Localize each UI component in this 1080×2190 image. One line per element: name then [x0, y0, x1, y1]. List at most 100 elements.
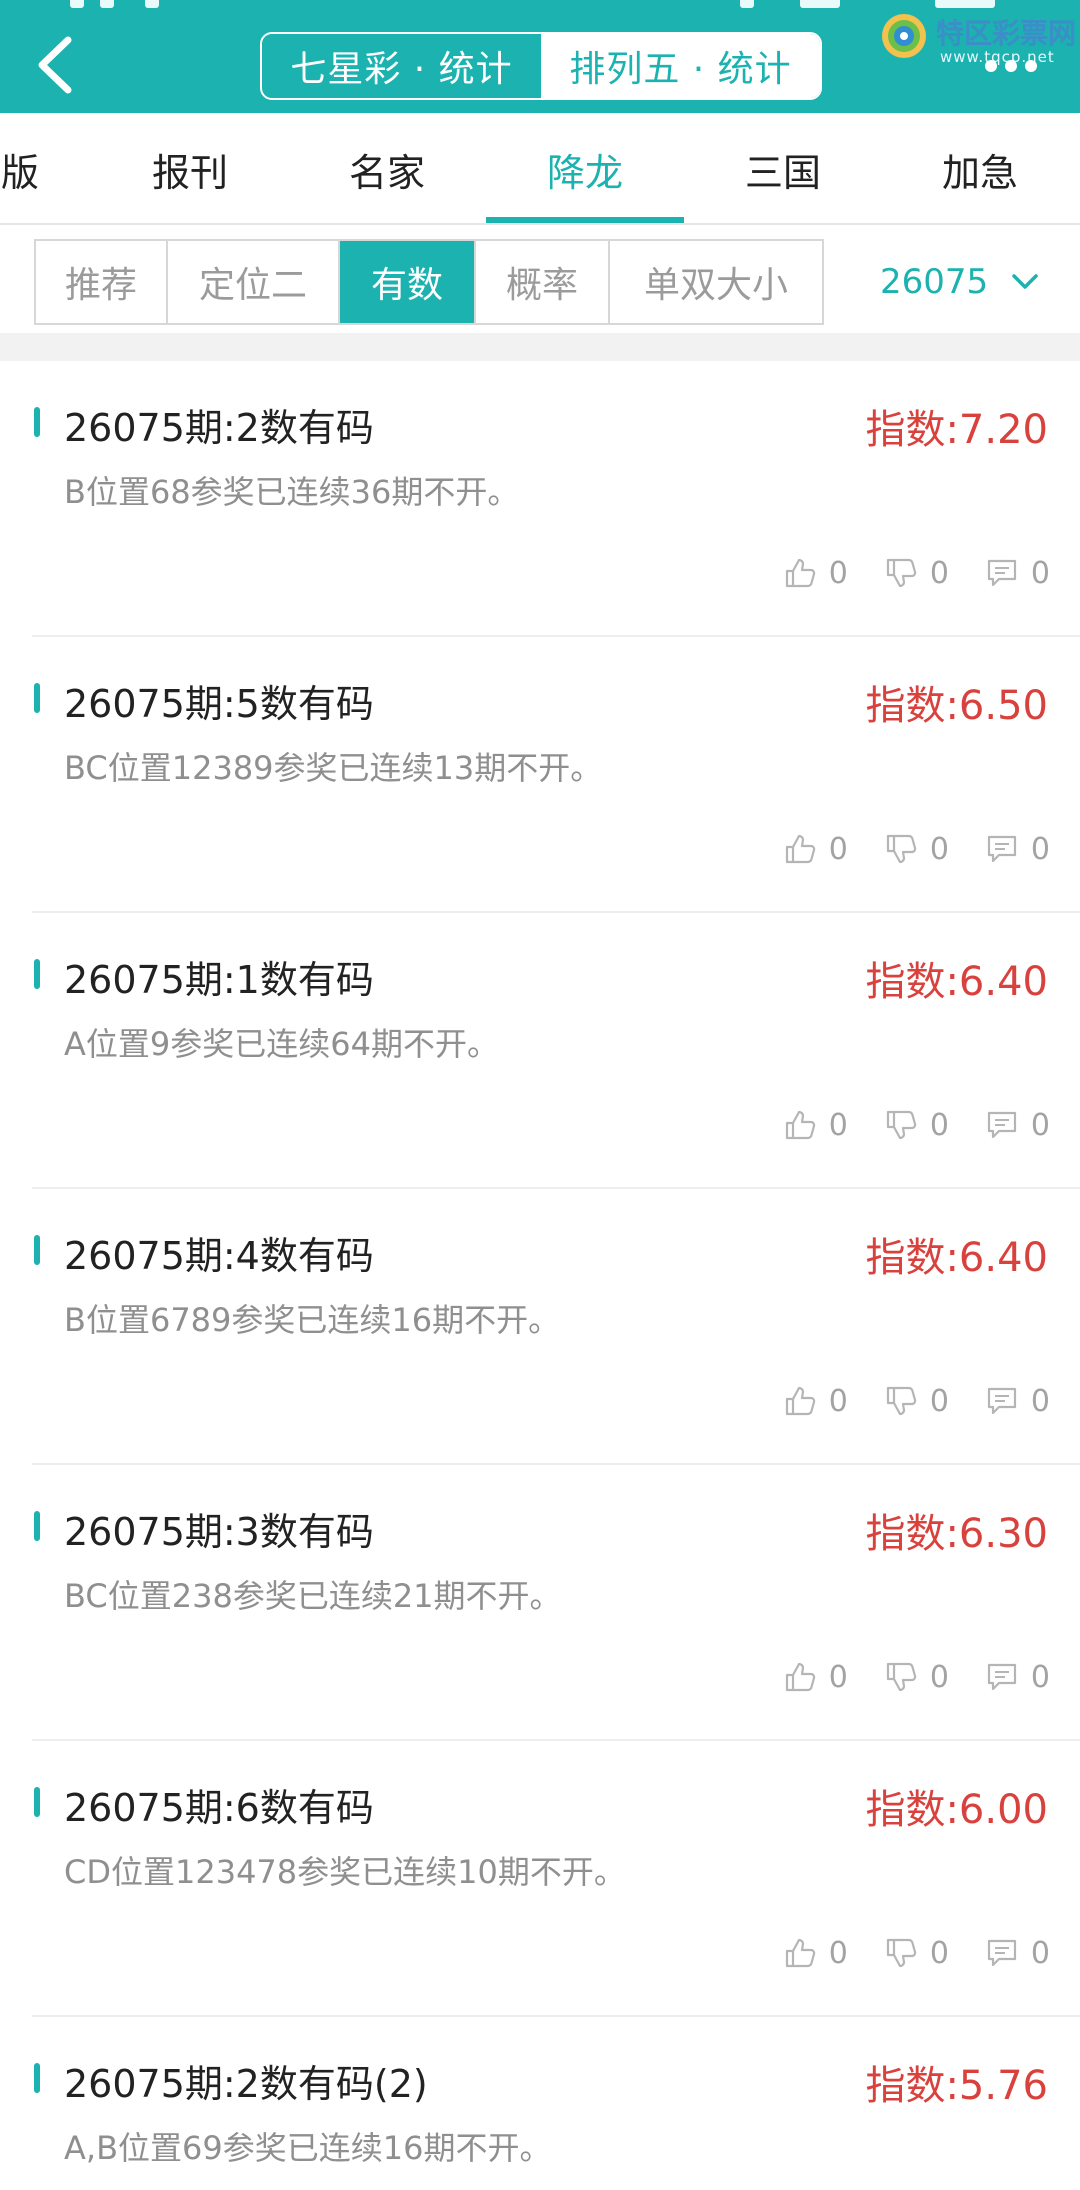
- tab-baokan[interactable]: 报刊: [90, 113, 290, 225]
- comment-button[interactable]: 0: [985, 1660, 1050, 1695]
- list-item[interactable]: 26075期:2数有码(2) 指数:5.76 A,B位置69参奖已连续16期不开…: [0, 2017, 1080, 2190]
- filter-danshuangdaxiao[interactable]: 单双大小: [610, 241, 822, 323]
- thumbs-up-icon: [785, 1662, 815, 1692]
- comment-icon: [987, 559, 1017, 587]
- accent-bar: [34, 2063, 40, 2093]
- list-item[interactable]: 26075期:3数有码 指数:6.30 BC位置238参奖已连续21期不开。 0…: [0, 1465, 1080, 1741]
- dislike-count: 0: [929, 1383, 949, 1419]
- dislike-button[interactable]: 0: [884, 556, 949, 591]
- issue-dropdown[interactable]: 26075: [880, 239, 1040, 325]
- more-dots-icon: [1025, 60, 1037, 72]
- filter-dingweier[interactable]: 定位二: [168, 241, 340, 323]
- filter-gailv[interactable]: 概率: [476, 241, 610, 323]
- comment-icon: [987, 835, 1017, 863]
- tab-jiaji[interactable]: 加急: [880, 113, 1080, 225]
- filter-youshu[interactable]: 有数: [340, 241, 476, 323]
- item-index: 指数:6.40: [865, 1235, 1048, 1281]
- more-dots-icon: [1005, 60, 1017, 72]
- list-item[interactable]: 26075期:5数有码 指数:6.50 BC位置12389参奖已连续13期不开。…: [0, 637, 1080, 913]
- like-button[interactable]: 0: [783, 556, 848, 591]
- item-description: A,B位置69参奖已连续16期不开。: [64, 2129, 552, 2167]
- status-icon: [800, 0, 840, 8]
- accent-bar: [34, 1511, 40, 1541]
- item-title: 26075期:5数有码: [64, 682, 374, 726]
- dislike-count: 0: [929, 555, 949, 591]
- dislike-button[interactable]: 0: [884, 832, 949, 867]
- back-button[interactable]: [26, 30, 86, 100]
- dislike-count: 0: [929, 831, 949, 867]
- dislike-count: 0: [929, 1659, 949, 1695]
- list-item[interactable]: 26075期:6数有码 指数:6.00 CD位置123478参奖已连续10期不开…: [0, 1741, 1080, 2017]
- tab-mingjia[interactable]: 名家: [287, 113, 487, 225]
- filter-chips: 推荐 定位二 有数 概率 单双大小: [34, 239, 824, 325]
- comment-count: 0: [1030, 1107, 1050, 1143]
- item-description: CD位置123478参奖已连续10期不开。: [64, 1853, 626, 1891]
- site-logo-icon: [882, 14, 926, 58]
- section-gap: [0, 333, 1080, 361]
- comment-button[interactable]: 0: [985, 1108, 1050, 1143]
- tab-jianglong[interactable]: 降龙: [485, 113, 685, 225]
- comment-button[interactable]: 0: [985, 1384, 1050, 1419]
- dislike-button[interactable]: 0: [884, 1108, 949, 1143]
- filter-tuijian[interactable]: 推荐: [36, 241, 168, 323]
- list-item[interactable]: 26075期:2数有码 指数:7.20 B位置68参奖已连续36期不开。 0 0: [0, 361, 1080, 637]
- dislike-button[interactable]: 0: [884, 1936, 949, 1971]
- item-title: 26075期:2数有码: [64, 406, 374, 450]
- item-description: B位置68参奖已连续36期不开。: [64, 473, 520, 511]
- thumbs-up-icon: [785, 1938, 815, 1968]
- status-icon: [100, 0, 114, 8]
- item-actions: 0 0 0: [747, 1379, 1050, 1423]
- comment-icon: [987, 1111, 1017, 1139]
- like-button[interactable]: 0: [783, 1108, 848, 1143]
- thumbs-down-icon: [886, 834, 917, 864]
- more-button[interactable]: [985, 60, 1045, 74]
- issue-number: 26075: [880, 262, 989, 302]
- dislike-button[interactable]: 0: [884, 1660, 949, 1695]
- like-count: 0: [828, 1659, 848, 1695]
- comment-icon: [987, 1939, 1017, 1967]
- comment-count: 0: [1030, 1659, 1050, 1695]
- item-index: 指数:7.20: [865, 407, 1048, 453]
- item-title: 26075期:4数有码: [64, 1234, 374, 1278]
- item-title: 26075期:3数有码: [64, 1510, 374, 1554]
- dislike-button[interactable]: 0: [884, 1384, 949, 1419]
- accent-bar: [34, 959, 40, 989]
- item-index: 指数:6.30: [865, 1511, 1048, 1557]
- item-index: 指数:6.00: [865, 1787, 1048, 1833]
- tab-ban[interactable]: 版: [0, 113, 60, 225]
- app-header: 七星彩 · 统计 排列五 · 统计 特区彩票网 www.tqcp.net: [0, 0, 1080, 113]
- accent-bar: [34, 683, 40, 713]
- accent-bar: [34, 1787, 40, 1817]
- status-icon: [145, 0, 159, 8]
- active-tab-indicator: [486, 217, 684, 223]
- comment-button[interactable]: 0: [985, 556, 1050, 591]
- like-button[interactable]: 0: [783, 1384, 848, 1419]
- like-button[interactable]: 0: [783, 1936, 848, 1971]
- comment-icon: [987, 1663, 1017, 1691]
- tab-sanguo[interactable]: 三国: [683, 113, 883, 225]
- like-button[interactable]: 0: [783, 832, 848, 867]
- comment-button[interactable]: 0: [985, 832, 1050, 867]
- comment-button[interactable]: 0: [985, 1936, 1050, 1971]
- thumbs-up-icon: [785, 834, 815, 864]
- item-index: 指数:6.40: [865, 959, 1048, 1005]
- comment-count: 0: [1030, 1383, 1050, 1419]
- item-index: 指数:5.76: [865, 2063, 1048, 2109]
- list-item[interactable]: 26075期:1数有码 指数:6.40 A位置9参奖已连续64期不开。 0 0: [0, 913, 1080, 1189]
- like-count: 0: [828, 1107, 848, 1143]
- status-icon: [70, 0, 84, 8]
- list-item[interactable]: 26075期:4数有码 指数:6.40 B位置6789参奖已连续16期不开。 0…: [0, 1189, 1080, 1465]
- segment-pailiewu[interactable]: 排列五 · 统计: [541, 34, 820, 98]
- like-button[interactable]: 0: [783, 1660, 848, 1695]
- like-count: 0: [828, 555, 848, 591]
- item-description: BC位置12389参奖已连续13期不开。: [64, 749, 603, 787]
- thumbs-up-icon: [785, 558, 815, 588]
- item-title: 26075期:6数有码: [64, 1786, 374, 1830]
- item-actions: 0 0 0: [747, 551, 1050, 595]
- accent-bar: [34, 407, 40, 437]
- more-dots-icon: [985, 60, 997, 72]
- chevron-left-icon: [38, 36, 72, 94]
- comment-count: 0: [1030, 831, 1050, 867]
- item-actions: 0 0 0: [747, 1103, 1050, 1147]
- segment-qixingcai[interactable]: 七星彩 · 统计: [262, 34, 541, 98]
